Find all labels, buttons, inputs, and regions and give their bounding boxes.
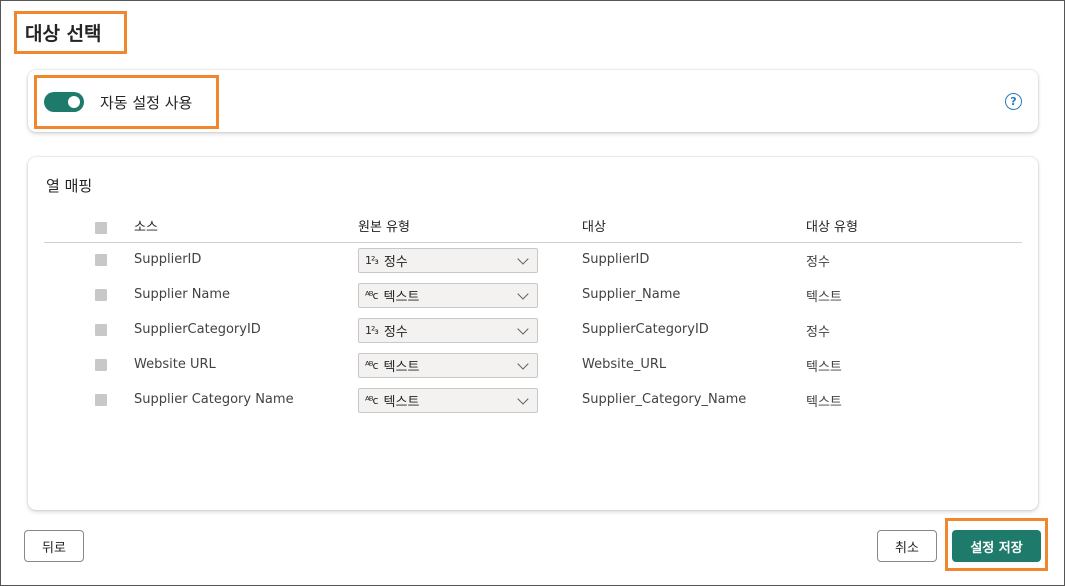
source-type-value: 정수	[383, 255, 408, 270]
header-source-type: 원본 유형	[358, 220, 410, 235]
row-destination-type: 정수	[806, 255, 830, 270]
source-type-dropdown[interactable]: 1²₃ 정수	[358, 318, 538, 343]
row-destination-type: 정수	[806, 325, 830, 340]
row-destination: Supplier_Name	[582, 287, 681, 302]
page-title-highlight: 대상 선택	[14, 11, 127, 54]
chevron-down-icon	[517, 288, 529, 300]
page-title: 대상 선택	[25, 23, 102, 45]
row-destination: SupplierID	[582, 252, 650, 267]
source-type-dropdown[interactable]: ᴬᴮc 텍스트	[358, 388, 538, 413]
row-checkbox[interactable]	[95, 394, 107, 406]
source-type-value: 텍스트	[383, 395, 420, 410]
chevron-down-icon	[517, 323, 529, 335]
source-type-dropdown[interactable]: ᴬᴮc 텍스트	[358, 353, 538, 378]
row-destination: SupplierCategoryID	[582, 322, 709, 337]
row-destination: Supplier_Category_Name	[582, 392, 747, 407]
text-type-icon: ᴬᴮc	[365, 289, 379, 302]
row-destination-type: 텍스트	[806, 290, 842, 305]
cancel-button[interactable]: 취소	[877, 530, 937, 562]
row-destination-type: 텍스트	[806, 360, 842, 375]
row-source: SupplierID	[134, 252, 202, 267]
number-type-icon: 1²₃	[365, 254, 379, 267]
header-source: 소스	[134, 220, 158, 235]
row-destination-type: 텍스트	[806, 395, 842, 410]
source-type-value: 텍스트	[383, 290, 420, 305]
row-source: Supplier Name	[134, 287, 231, 302]
header-divider	[44, 242, 1022, 243]
auto-settings-label: 자동 설정 사용	[100, 94, 193, 112]
chevron-down-icon	[517, 393, 529, 405]
back-button[interactable]: 뒤로	[24, 530, 84, 562]
toggle-knob	[68, 96, 80, 108]
row-checkbox[interactable]	[95, 289, 107, 301]
row-checkbox[interactable]	[95, 254, 107, 266]
source-type-dropdown[interactable]: 1²₃ 정수	[358, 248, 538, 273]
text-type-icon: ᴬᴮc	[365, 394, 379, 407]
save-settings-button[interactable]: 설정 저장	[952, 530, 1041, 562]
chevron-down-icon	[517, 358, 529, 370]
text-type-icon: ᴬᴮc	[365, 359, 379, 372]
source-type-dropdown[interactable]: ᴬᴮc 텍스트	[358, 283, 538, 308]
row-source: Supplier Category Name	[134, 392, 294, 407]
column-mapping-title: 열 매핑	[46, 177, 93, 195]
question-circle-icon[interactable]: ?	[1005, 93, 1022, 110]
source-type-value: 텍스트	[383, 360, 420, 375]
row-destination: Website_URL	[582, 357, 667, 372]
chevron-down-icon	[517, 253, 529, 265]
number-type-icon: 1²₃	[365, 324, 379, 337]
row-checkbox[interactable]	[95, 359, 107, 371]
header-destination: 대상	[582, 220, 606, 235]
select-all-checkbox[interactable]	[95, 222, 107, 234]
row-source: SupplierCategoryID	[134, 322, 261, 337]
row-checkbox[interactable]	[95, 324, 107, 336]
header-destination-type: 대상 유형	[806, 220, 858, 235]
auto-settings-toggle[interactable]	[44, 92, 84, 112]
row-source: Website URL	[134, 357, 216, 372]
source-type-value: 정수	[383, 325, 408, 340]
